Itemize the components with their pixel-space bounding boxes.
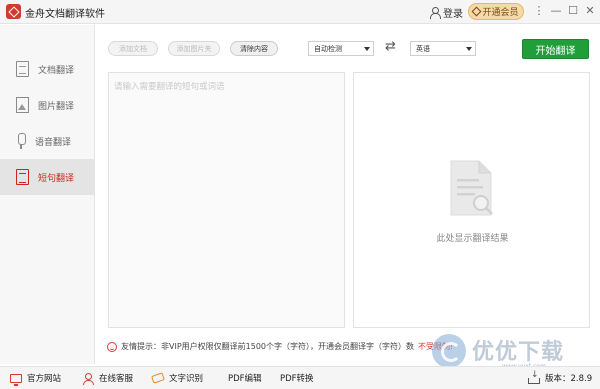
online-service-link[interactable]: 在线客服 [82, 372, 134, 385]
service-label: 在线客服 [99, 374, 134, 384]
login-label: 登录 [443, 8, 463, 20]
sidebar: 文档翻译 图片翻译 语音翻译 短句翻译 [0, 25, 95, 364]
monitor-icon [10, 373, 22, 386]
tip-bar: 友情提示：非VIP用户权限仅翻译前1500个字（字符），开通会员翻译字（字符）数… [107, 341, 453, 352]
sidebar-item-label: 短句翻译 [38, 173, 75, 184]
image-icon [16, 97, 29, 113]
user-icon [429, 6, 441, 19]
app-title: 金舟文档翻译软件 [25, 9, 105, 20]
sidebar-item-label: 图片翻译 [38, 101, 75, 112]
customer-service-icon [82, 372, 94, 385]
chevron-down-icon [466, 47, 472, 51]
ocr-icon [150, 372, 166, 384]
vip-button[interactable]: 开通会员 [468, 3, 524, 20]
version-label: 版本：2.8.9 [545, 374, 593, 384]
microphone-icon [16, 133, 26, 149]
title-bar: 金舟文档翻译软件 登录 开通会员 ⋮ — ☐ ✕ [0, 0, 600, 24]
maximize-icon[interactable]: ☐ [566, 4, 580, 18]
document-icon [16, 61, 29, 77]
start-translate-button[interactable]: 开始翻译 [522, 39, 589, 59]
sidebar-item-sentence[interactable]: 短句翻译 [0, 159, 95, 195]
add-file-button[interactable]: 添加文档 [108, 41, 158, 56]
website-label: 官方网站 [27, 374, 62, 384]
minimize-icon[interactable]: — [549, 4, 563, 18]
source-text-input[interactable] [114, 80, 339, 320]
pdf-convert-link[interactable]: PDF转换 [280, 372, 314, 384]
result-placeholder-text: 此处显示翻译结果 [436, 234, 509, 244]
pdf-edit-link[interactable]: PDF编辑 [228, 372, 262, 384]
ocr-link[interactable]: 文字识别 [150, 372, 204, 384]
watermark: 优优下载 www.yyxt.com [432, 332, 582, 370]
pdf-convert-label: PDF转换 [280, 374, 314, 384]
menu-icon[interactable]: ⋮ [532, 4, 546, 18]
watermark-logo-icon [432, 334, 466, 368]
tip-text: 友情提示：非VIP用户权限仅翻译前1500个字（字符），开通会员翻译字（字符）数 [121, 342, 415, 351]
download-icon [528, 370, 540, 384]
source-language-select[interactable]: 自动检测 [308, 41, 374, 56]
swap-arrows-icon[interactable] [385, 39, 399, 54]
smile-icon [107, 341, 117, 352]
chevron-down-icon [364, 47, 370, 51]
sidebar-item-image[interactable]: 图片翻译 [0, 87, 95, 123]
version-info[interactable]: 版本：2.8.9 [528, 370, 593, 384]
sidebar-item-document[interactable]: 文档翻译 [0, 51, 95, 87]
target-language-value: 英语 [416, 44, 430, 53]
target-language-select[interactable]: 英语 [410, 41, 476, 56]
login-button[interactable]: 登录 [429, 4, 463, 20]
vip-label: 开通会员 [482, 8, 519, 18]
pdf-edit-label: PDF编辑 [228, 374, 262, 384]
clear-content-button[interactable]: 清除内容 [230, 41, 278, 56]
app-logo-icon [6, 4, 21, 19]
sidebar-item-label: 语音翻译 [35, 137, 72, 148]
sidebar-item-voice[interactable]: 语音翻译 [0, 123, 95, 159]
watermark-text: 优优下载 [472, 340, 565, 365]
ocr-label: 文字识别 [169, 374, 204, 384]
source-language-value: 自动检测 [314, 44, 342, 53]
sidebar-item-label: 文档翻译 [38, 65, 75, 76]
add-image-button[interactable]: 添加图片夹 [168, 41, 220, 56]
sentence-icon [16, 169, 29, 185]
source-text-panel [108, 72, 345, 328]
website-link[interactable]: 官方网站 [10, 372, 62, 386]
bottom-bar: 官方网站 在线客服 文字识别 PDF编辑 PDF转换 版本：2.8.9 [0, 366, 600, 389]
result-panel: 此处显示翻译结果 [353, 72, 590, 328]
diamond-icon [472, 6, 482, 17]
close-icon[interactable]: ✕ [583, 4, 597, 18]
empty-document-icon [450, 160, 493, 216]
